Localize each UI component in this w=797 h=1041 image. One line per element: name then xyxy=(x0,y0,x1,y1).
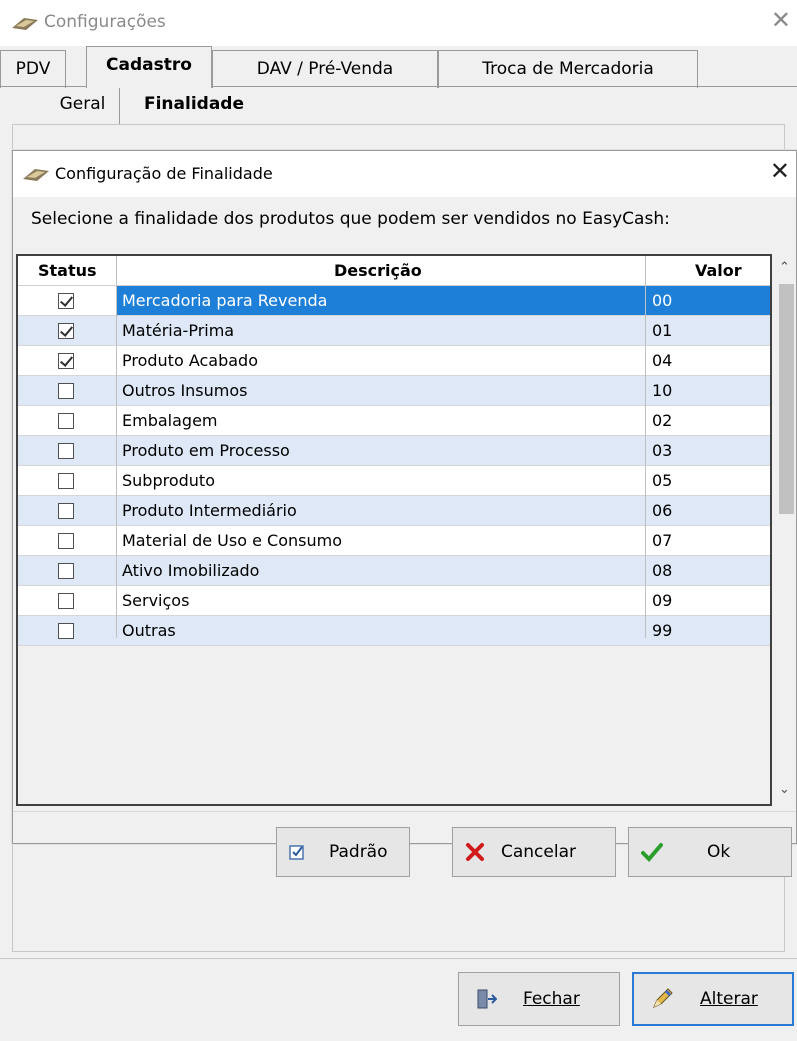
status-checkbox[interactable] xyxy=(58,383,74,399)
status-checkbox[interactable] xyxy=(58,503,74,519)
cancelar-label: Cancelar xyxy=(501,842,576,862)
grid-divider-valor xyxy=(645,256,646,638)
table-row[interactable]: Produto Intermediário 06 xyxy=(18,496,770,526)
valor-cell: 99 xyxy=(652,621,673,640)
descricao-cell: Embalagem xyxy=(122,411,218,430)
window-title: Configurações xyxy=(44,12,166,32)
door-exit-icon xyxy=(477,989,497,1009)
descricao-cell: Outros Insumos xyxy=(122,381,248,400)
subtab-finalidade[interactable]: Finalidade xyxy=(124,88,264,124)
ok-button[interactable]: Ok xyxy=(628,827,792,877)
descricao-cell: Subproduto xyxy=(122,471,215,490)
status-checkbox[interactable] xyxy=(58,413,74,429)
valor-cell: 10 xyxy=(652,381,673,400)
grid-header: Status Descrição Valor xyxy=(18,256,770,286)
dialog-close-icon[interactable]: ✕ xyxy=(770,159,790,183)
descricao-cell: Outras xyxy=(122,621,176,640)
table-row[interactable]: Matéria-Prima 01 xyxy=(18,316,770,346)
finalidade-grid[interactable]: Status Descrição Valor Mercadoria para R… xyxy=(16,254,772,806)
dialog-instruction: Selecione a finalidade dos produtos que … xyxy=(31,209,670,229)
valor-cell: 01 xyxy=(652,321,673,340)
sub-tabs: Geral Finalidade xyxy=(0,88,797,124)
column-header-status[interactable]: Status xyxy=(38,261,97,280)
pencil-icon xyxy=(653,988,673,1008)
valor-cell: 04 xyxy=(652,351,673,370)
dialog-app-icon xyxy=(23,169,49,181)
padrao-button[interactable]: Padrão xyxy=(276,827,410,877)
table-row[interactable]: Produto em Processo 03 xyxy=(18,436,770,466)
descricao-cell: Serviços xyxy=(122,591,190,610)
window-close-icon[interactable]: ✕ xyxy=(771,8,791,32)
status-checkbox[interactable] xyxy=(58,293,74,309)
valor-cell: 08 xyxy=(652,561,673,580)
fechar-button[interactable]: Fechar xyxy=(458,972,620,1026)
alterar-button[interactable]: Alterar xyxy=(632,972,794,1026)
dialog-title-bar: Configuração de Finalidade ✕ xyxy=(13,151,796,197)
valor-cell: 00 xyxy=(652,291,673,310)
scroll-up-icon[interactable]: ⌃ xyxy=(779,260,790,275)
descricao-cell: Matéria-Prima xyxy=(122,321,235,340)
cancel-icon xyxy=(466,843,484,861)
descricao-cell: Produto em Processo xyxy=(122,441,290,460)
table-row[interactable]: Outras 99 xyxy=(18,616,770,646)
table-row[interactable]: Outros Insumos 10 xyxy=(18,376,770,406)
table-row[interactable]: Embalagem 02 xyxy=(18,406,770,436)
descricao-cell: Material de Uso e Consumo xyxy=(122,531,342,550)
valor-cell: 07 xyxy=(652,531,673,550)
ok-label: Ok xyxy=(707,842,731,862)
table-row[interactable]: Subproduto 05 xyxy=(18,466,770,496)
table-row[interactable]: Serviços 09 xyxy=(18,586,770,616)
status-checkbox[interactable] xyxy=(58,623,74,639)
window-title-bar: Configurações ✕ xyxy=(0,0,797,46)
status-checkbox[interactable] xyxy=(58,323,74,339)
table-row[interactable]: Material de Uso e Consumo 07 xyxy=(18,526,770,556)
tab-troca-de-mercadoria[interactable]: Troca de Mercadoria xyxy=(438,50,698,88)
checkbox-icon xyxy=(289,845,304,860)
dialog-separator xyxy=(13,811,796,812)
column-header-valor[interactable]: Valor xyxy=(695,261,742,280)
table-row[interactable]: Ativo Imobilizado 08 xyxy=(18,556,770,586)
table-row[interactable]: Produto Acabado 04 xyxy=(18,346,770,376)
finalidade-dialog: Configuração de Finalidade ✕ Selecione a… xyxy=(12,150,797,877)
cancelar-button[interactable]: Cancelar xyxy=(452,827,616,877)
descricao-cell: Produto Intermediário xyxy=(122,501,297,520)
status-checkbox[interactable] xyxy=(58,443,74,459)
table-row[interactable]: Mercadoria para Revenda 00 xyxy=(18,286,770,316)
tab-cadastro[interactable]: Cadastro xyxy=(86,46,212,88)
status-checkbox[interactable] xyxy=(58,473,74,489)
descricao-cell: Mercadoria para Revenda xyxy=(122,291,328,310)
status-checkbox[interactable] xyxy=(58,533,74,549)
check-icon xyxy=(641,843,663,862)
status-checkbox[interactable] xyxy=(58,563,74,579)
fechar-label: Fechar xyxy=(523,989,580,1009)
tab-pdv[interactable]: PDV xyxy=(0,50,66,88)
alterar-label: Alterar xyxy=(700,989,758,1009)
subtab-geral[interactable]: Geral xyxy=(46,88,120,124)
valor-cell: 06 xyxy=(652,501,673,520)
grid-divider-status xyxy=(116,256,117,638)
dialog-title: Configuração de Finalidade xyxy=(55,164,273,183)
valor-cell: 09 xyxy=(652,591,673,610)
status-checkbox[interactable] xyxy=(58,353,74,369)
main-tabs: PDV Cadastro DAV / Pré-Venda Troca de Me… xyxy=(0,46,797,88)
app-icon xyxy=(12,18,38,30)
descricao-cell: Ativo Imobilizado xyxy=(122,561,260,580)
scrollbar-thumb[interactable] xyxy=(779,284,794,514)
descricao-cell: Produto Acabado xyxy=(122,351,258,370)
padrao-label: Padrão xyxy=(329,842,388,862)
valor-cell: 02 xyxy=(652,411,673,430)
valor-cell: 03 xyxy=(652,441,673,460)
grid-scrollbar[interactable]: ⌃ ⌄ xyxy=(776,254,796,806)
valor-cell: 05 xyxy=(652,471,673,490)
status-checkbox[interactable] xyxy=(58,593,74,609)
scroll-down-icon[interactable]: ⌄ xyxy=(779,782,790,797)
column-header-descricao[interactable]: Descrição xyxy=(334,261,422,280)
tab-dav-pre-venda[interactable]: DAV / Pré-Venda xyxy=(212,50,438,88)
